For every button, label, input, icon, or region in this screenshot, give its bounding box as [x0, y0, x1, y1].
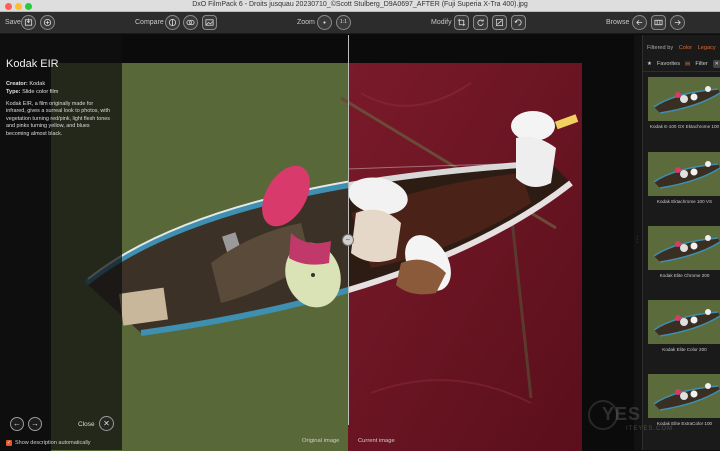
save-label: Save [5, 19, 21, 26]
filter-legacy-tag[interactable]: Legacy [698, 45, 716, 51]
arrow-right-icon [674, 19, 681, 26]
image-icon [205, 19, 214, 26]
modify-label: Modify [431, 19, 452, 26]
split-view-icon [168, 18, 177, 27]
watermark-url: ITEYES.COM [626, 426, 674, 432]
film-thumbnail-label: Kodak Elite Chrome 200 [659, 273, 710, 278]
drag-dots-icon: · · · [636, 233, 639, 246]
thumbnail-image [648, 300, 720, 344]
film-thumbnail[interactable] [648, 77, 720, 121]
zoom-fit-button[interactable] [317, 15, 332, 30]
film-description: Kodak EIR, a film originally made for in… [6, 101, 110, 137]
zoom-label: Zoom [297, 19, 315, 26]
star-icon: ★ [647, 61, 653, 67]
type-key: Type: [6, 89, 21, 95]
rotate-button[interactable] [473, 15, 488, 30]
film-thumbnail-label: Kodak Ektachrome 100 VS [656, 199, 713, 204]
zoom-100-button[interactable]: 1:1 [336, 15, 351, 30]
straighten-icon [495, 18, 504, 27]
toolbar: Save Compare Zoom 1:1 Modify Browse [0, 12, 720, 34]
title-bar: DxO FilmPack 6 - Droits jusquau 20230710… [0, 0, 720, 12]
browse-grid-button[interactable] [651, 15, 666, 30]
clear-filter-icon[interactable]: ✕ [712, 60, 720, 68]
zoom-100-label: 1:1 [340, 19, 347, 25]
current-image-label: Current image [358, 438, 395, 444]
export-icon [43, 18, 52, 27]
drag-handle-icon: ⇔ [345, 237, 351, 243]
browse-next-button[interactable] [670, 15, 685, 30]
film-thumbnail[interactable] [648, 226, 720, 270]
straighten-button[interactable] [492, 15, 507, 30]
thumbnail-image [648, 77, 720, 121]
crop-icon [457, 18, 466, 27]
favorites-row: ★ Favorites ▤ Filter ✕ [647, 60, 720, 68]
film-thumbnail-label: Kodak E-100 GX Ektachrome 100 [649, 124, 720, 129]
browse-label: Browse [606, 19, 630, 26]
compare-side-button[interactable] [183, 15, 198, 30]
panel-resize-handle[interactable]: · · · [634, 35, 642, 450]
creator-key: Creator: [6, 81, 28, 87]
image-viewer[interactable]: ⇔ Kodak EIR Creator: Kodak Type: Slide c… [0, 35, 634, 451]
close-icon: ✕ [103, 419, 110, 428]
reset-icon [514, 19, 522, 26]
favorites-button[interactable]: Favorites [657, 61, 680, 67]
browse-prev-button[interactable] [632, 15, 647, 30]
type-row: Type: Slide color film [6, 89, 58, 95]
thumbnail-image [648, 152, 720, 196]
film-thumbnail-label: Kodak Elite Color 200 [662, 347, 707, 352]
side-by-side-icon [186, 19, 195, 26]
sidebar-separator [643, 71, 720, 72]
compare-split-line[interactable] [348, 35, 349, 425]
auto-description-toggle[interactable]: ✓ Show description automatically [6, 440, 91, 446]
film-strip-icon [654, 19, 663, 26]
save-image-button[interactable] [21, 15, 36, 30]
dot-icon [323, 21, 326, 24]
compare-split-button[interactable] [165, 15, 180, 30]
creator-value: Kodak [29, 81, 46, 87]
filtered-by-row: Filtered by Color Legacy [647, 45, 716, 51]
filter-button[interactable]: Filter [695, 61, 707, 67]
arrow-right-icon: → [31, 419, 39, 428]
crop-button[interactable] [454, 15, 469, 30]
film-thumbnail[interactable] [648, 152, 720, 196]
film-sidebar: Filtered by Color Legacy ★ Favorites ▤ F… [642, 35, 720, 450]
split-handle[interactable]: ⇔ [342, 234, 354, 246]
photo [51, 63, 582, 451]
filtered-by-label: Filtered by [647, 45, 674, 51]
rotate-icon [477, 19, 484, 26]
watermark: YES ITEYES.COM [588, 398, 708, 438]
type-value: Slide color film [22, 89, 59, 95]
film-title: Kodak EIR [6, 58, 59, 70]
save-as-button[interactable] [40, 15, 55, 30]
prev-film-button[interactable]: ← [10, 417, 24, 431]
description-panel: Kodak EIR Creator: Kodak Type: Slide col… [0, 35, 122, 450]
thumbnail-image [648, 226, 720, 270]
original-image-label: Original image [302, 438, 340, 444]
next-film-button[interactable]: → [28, 417, 42, 431]
checkbox-icon[interactable]: ✓ [6, 440, 12, 446]
auto-description-label: Show description automatically [15, 440, 91, 446]
close-description-button[interactable]: ✕ [99, 416, 114, 431]
boat-photo [51, 63, 582, 451]
save-icon [24, 18, 33, 26]
window-title: DxO FilmPack 6 - Droits jusquau 20230710… [192, 1, 528, 8]
film-thumbnail[interactable] [648, 300, 720, 344]
filter-color-tag[interactable]: Color [679, 45, 692, 51]
reset-button[interactable] [511, 15, 526, 30]
arrow-left-icon: ← [13, 419, 21, 428]
arrow-left-icon [636, 19, 643, 26]
watermark-text: YES [602, 404, 642, 424]
close-label[interactable]: Close [78, 421, 95, 428]
creator-row: Creator: Kodak [6, 81, 45, 87]
filter-icon: ▤ [685, 61, 691, 67]
compare-original-button[interactable] [202, 15, 217, 30]
compare-label: Compare [135, 19, 164, 26]
